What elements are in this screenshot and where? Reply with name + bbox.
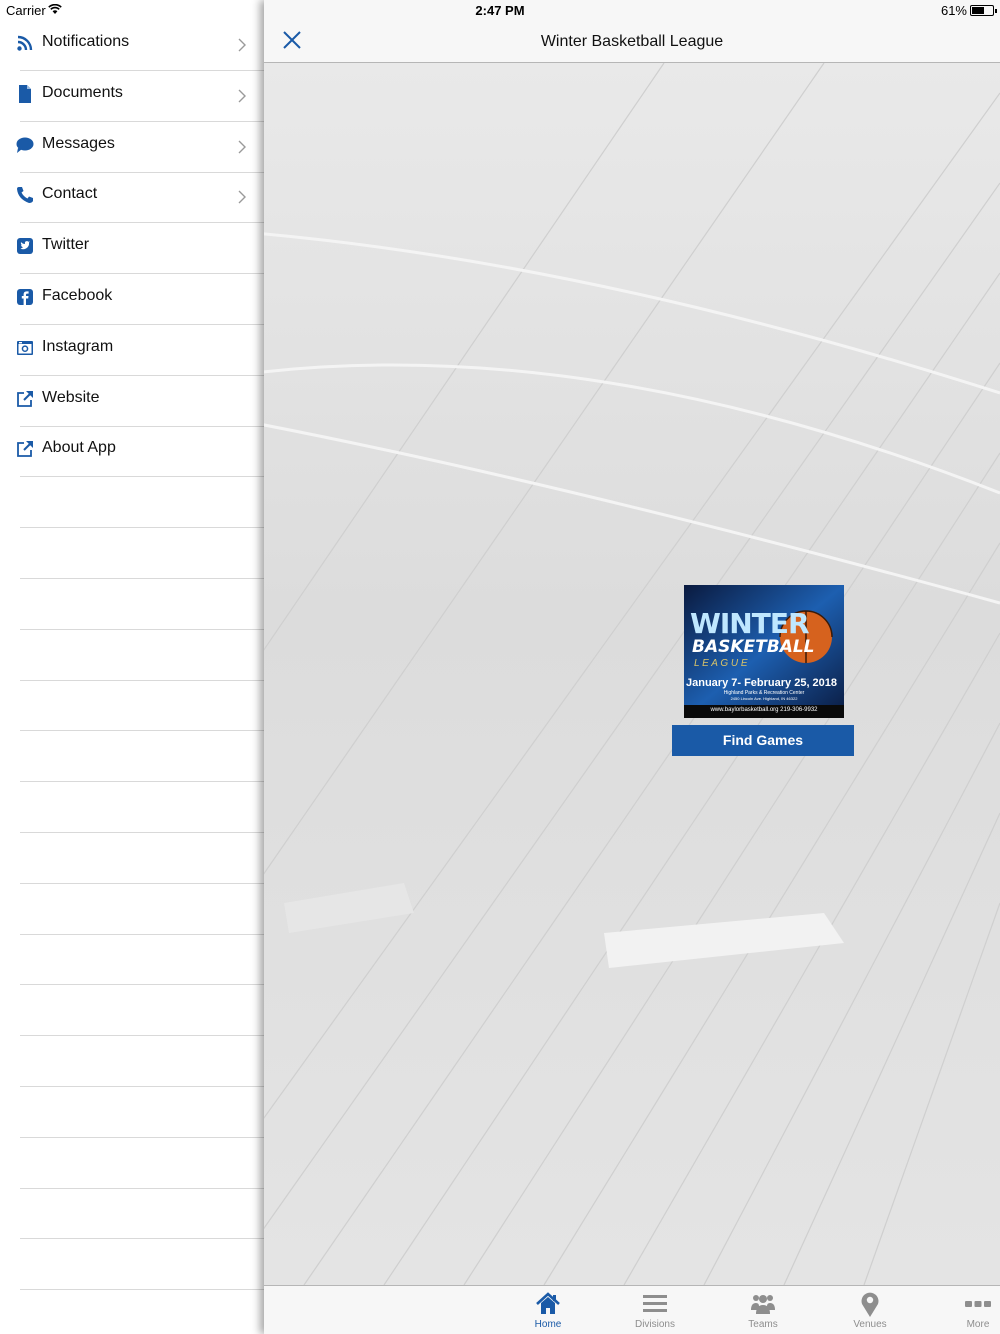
promo-footer: www.baylorbasketball.org 219-306-9932 bbox=[710, 707, 818, 713]
chat-bubble-icon bbox=[16, 136, 36, 156]
list-icon bbox=[641, 1290, 669, 1318]
empty-menu-row bbox=[0, 680, 264, 732]
menu-item-website[interactable]: Website bbox=[0, 376, 264, 427]
empty-menu-row bbox=[0, 884, 264, 935]
page-title: Winter Basketball League bbox=[540, 33, 724, 50]
menu-item-label: Notifications bbox=[42, 33, 130, 50]
people-icon bbox=[749, 1290, 777, 1318]
menu-item-twitter[interactable]: Twitter bbox=[0, 223, 264, 275]
chevron-right-icon bbox=[238, 190, 246, 204]
menu-item-label: Twitter bbox=[42, 236, 90, 254]
tab-label: Divisions bbox=[634, 1319, 675, 1330]
league-promo-image: WINTER BASKETBALL L E A G U E January 7-… bbox=[684, 585, 844, 718]
chevron-right-icon bbox=[238, 140, 246, 154]
empty-menu-row bbox=[0, 528, 264, 579]
menu-item-label: Documents bbox=[42, 83, 123, 101]
menu-item-facebook[interactable]: Facebook bbox=[0, 274, 264, 325]
tab-label: Home bbox=[534, 1319, 562, 1330]
external-link-icon bbox=[16, 440, 36, 460]
tab-venues[interactable]: Venues bbox=[830, 1286, 910, 1334]
battery-icon bbox=[970, 5, 997, 16]
menu-item-label: Website bbox=[42, 388, 100, 406]
tab-label: Teams bbox=[748, 1319, 778, 1330]
empty-menu-row bbox=[0, 1036, 264, 1087]
chevron-right-icon bbox=[238, 38, 246, 52]
menu-item-label: Contact bbox=[42, 185, 98, 203]
tab-divisions[interactable]: Divisions bbox=[615, 1286, 695, 1334]
tab-label: More bbox=[966, 1319, 990, 1330]
menu-item-messages[interactable]: Messages bbox=[0, 122, 264, 173]
tab-more[interactable]: More bbox=[938, 1286, 1000, 1334]
chevron-right-icon bbox=[238, 89, 246, 103]
battery-percent: 61% bbox=[940, 3, 967, 18]
instagram-icon bbox=[16, 339, 36, 359]
menu-item-label: Instagram bbox=[42, 337, 114, 355]
empty-menu-row bbox=[0, 731, 264, 783]
twitter-icon bbox=[16, 237, 36, 257]
facebook-icon bbox=[16, 288, 36, 308]
empty-menu-row bbox=[0, 1138, 264, 1189]
rss-icon bbox=[16, 34, 36, 54]
tab-label: Venues bbox=[853, 1319, 887, 1330]
external-link-icon bbox=[16, 390, 36, 410]
empty-menu-row bbox=[0, 985, 264, 1037]
tab-teams[interactable]: Teams bbox=[723, 1286, 803, 1334]
court-background-image: WINTER BASKETBALL L E A G U E January 7-… bbox=[264, 63, 1000, 1285]
menu-item-documents[interactable]: Documents bbox=[0, 71, 264, 122]
empty-menu-row bbox=[0, 934, 264, 986]
promo-address: 2450 Lincoln Ave. Highland, IN 46322 bbox=[730, 696, 798, 701]
menu-item-notifications[interactable]: Notifications bbox=[0, 20, 264, 71]
promo-title-3: L E A G U E bbox=[694, 658, 748, 669]
find-games-button[interactable]: Find Games bbox=[672, 725, 854, 756]
menu-item-label: Messages bbox=[42, 134, 115, 152]
menu-item-label: About App bbox=[42, 439, 116, 457]
menu-item-contact[interactable]: Contact bbox=[0, 172, 264, 224]
tab-bar: Home Divisions Teams Venues More bbox=[264, 1285, 1000, 1334]
empty-menu-row bbox=[0, 1087, 264, 1138]
empty-menu-row bbox=[0, 1188, 264, 1240]
empty-menu-row bbox=[0, 630, 264, 681]
phone-icon bbox=[16, 186, 36, 206]
main-panel: Winter Basketball League WINTER BASKETBA… bbox=[264, 0, 1000, 1334]
promo-title-2: BASKETBALL bbox=[692, 637, 815, 657]
empty-menu-row bbox=[0, 782, 264, 833]
more-icon bbox=[964, 1290, 992, 1318]
empty-menu-row bbox=[0, 579, 264, 630]
empty-menu-row bbox=[0, 1239, 264, 1291]
menu-item-label: Facebook bbox=[42, 287, 113, 304]
side-menu: Notifications Documents Messages Contact Twi… bbox=[0, 0, 264, 1334]
document-icon bbox=[16, 84, 36, 105]
map-pin-icon bbox=[856, 1290, 884, 1318]
row-divider bbox=[20, 1289, 264, 1291]
menu-item-instagram[interactable]: Instagram bbox=[0, 325, 264, 376]
empty-menu-row bbox=[0, 477, 264, 529]
status-bar: Carrier 2:47 PM 61% bbox=[0, 0, 1000, 20]
menu-item-about-app[interactable]: About App bbox=[0, 426, 264, 478]
clock: 2:47 PM bbox=[475, 3, 525, 18]
home-icon bbox=[534, 1290, 562, 1318]
promo-dates: January 7- February 25, 2018 bbox=[686, 677, 838, 689]
empty-menu-row bbox=[0, 833, 264, 884]
promo-title-1: WINTER bbox=[690, 607, 810, 640]
tab-home[interactable]: Home bbox=[508, 1286, 588, 1334]
